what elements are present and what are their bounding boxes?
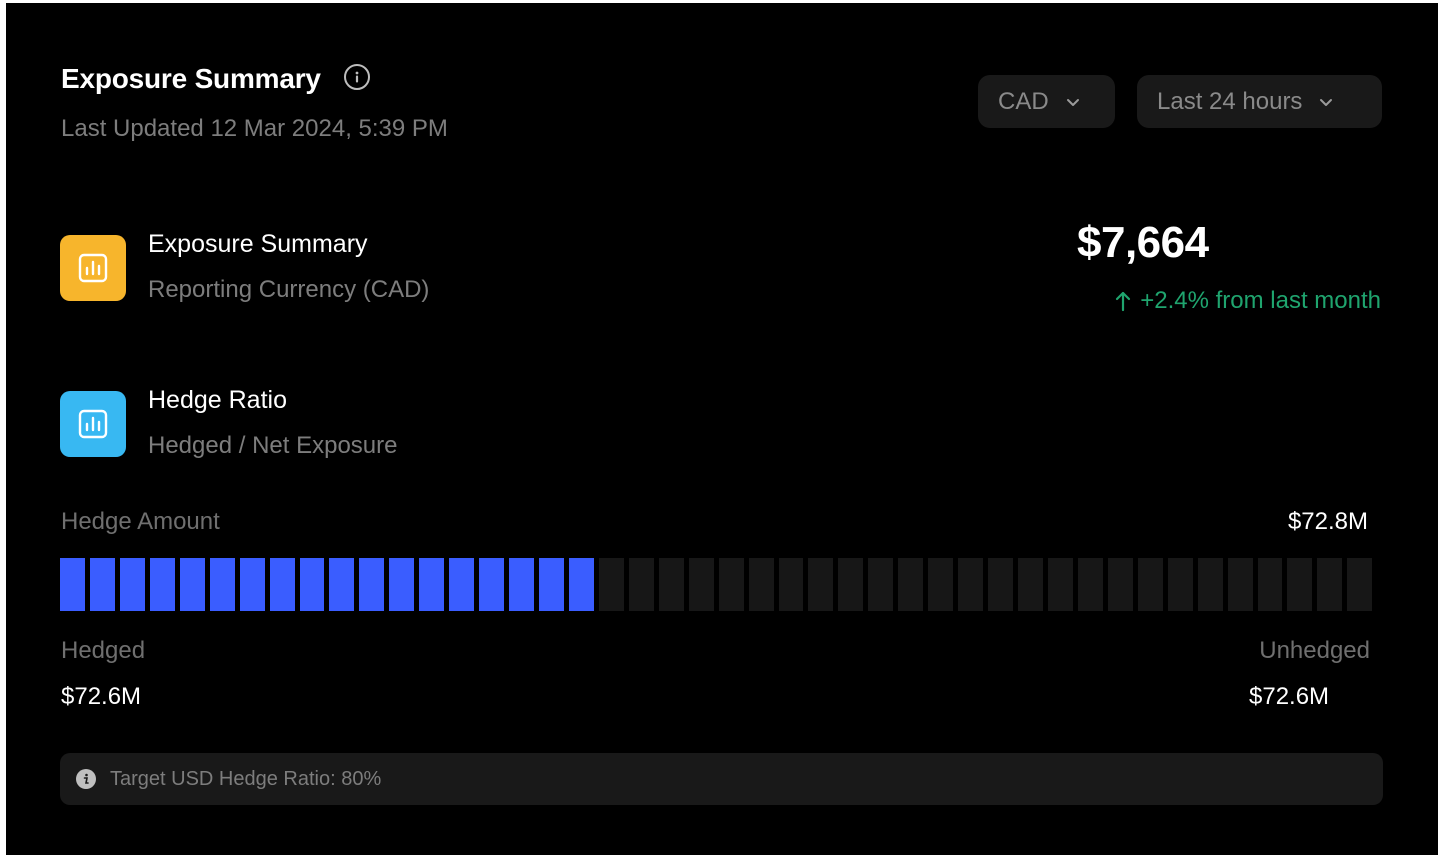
unhedged-segment — [1047, 558, 1073, 611]
hedged-label: Hedged — [61, 637, 146, 664]
unhedged-segment — [928, 558, 954, 611]
unhedged-segment — [808, 558, 834, 611]
hedged-segment — [209, 558, 235, 611]
last-updated-text: Last Updated 12 Mar 2024, 5:39 PM — [61, 115, 448, 142]
target-hedge-note: Target USD Hedge Ratio: 80% — [60, 753, 1383, 805]
unhedged-label: Unhedged — [1259, 637, 1370, 664]
unhedged-segment — [1167, 558, 1193, 611]
chevron-down-icon — [1320, 98, 1333, 106]
target-hedge-text: Target USD Hedge Ratio: 80% — [110, 767, 382, 790]
unhedged-segment — [898, 558, 924, 611]
hedged-segment — [299, 558, 325, 611]
unhedged-segment — [988, 558, 1013, 611]
unhedged-segment — [658, 558, 684, 611]
hedge-ratio-title: Hedge Ratio — [148, 386, 287, 414]
unhedged-segment — [748, 558, 774, 611]
exposure-summary-subtitle: Reporting Currency (CAD) — [148, 276, 430, 303]
unhedged-segment — [1227, 558, 1253, 611]
hedge-progress-bar — [60, 558, 1373, 611]
hedged-segment — [479, 558, 505, 611]
unhedged-segment — [778, 558, 804, 611]
hedged-segment — [419, 558, 445, 611]
unhedged-value: $72.6M — [1249, 683, 1330, 710]
hedged-segment — [449, 558, 475, 611]
frame: Exposure Summary Last Updated 12 Mar 202… — [6, 3, 1438, 855]
info-icon — [76, 769, 96, 789]
bar-chart-icon — [60, 391, 126, 457]
hedged-segment — [389, 558, 415, 611]
hedged-segment — [329, 558, 355, 611]
hedged-segment — [60, 558, 85, 611]
hedge-amount-total: $72.8M — [1287, 508, 1368, 535]
unhedged-segment — [688, 558, 714, 611]
info-icon[interactable] — [344, 64, 370, 90]
unhedged-segment — [838, 558, 864, 611]
unhedged-segment — [1107, 558, 1133, 611]
unhedged-segment — [718, 558, 744, 611]
hedge-ratio-subtitle: Hedged / Net Exposure — [148, 432, 398, 459]
hedged-segment — [149, 558, 175, 611]
unhedged-segment — [1197, 558, 1223, 611]
unhedged-segment — [628, 558, 654, 611]
unhedged-segment — [1018, 558, 1043, 611]
hedged-segment — [89, 558, 115, 611]
unhedged-segment — [1287, 558, 1313, 611]
unhedged-segment — [1257, 558, 1283, 611]
chevron-down-icon — [1066, 98, 1079, 106]
hedged-segment — [509, 558, 534, 611]
currency-select-value: CAD — [998, 87, 1049, 115]
unhedged-segment — [1347, 558, 1373, 611]
arrow-up-icon — [1116, 291, 1131, 312]
exposure-value: $7,664 — [1077, 218, 1209, 267]
unhedged-segment — [868, 558, 894, 611]
hedge-amount-label: Hedge Amount — [61, 508, 220, 535]
page-title: Exposure Summary — [61, 63, 321, 94]
change-indicator: +2.4% from last month — [1114, 287, 1381, 315]
hedged-segment — [239, 558, 265, 611]
hedged-segment — [179, 558, 205, 611]
unhedged-segment — [1317, 558, 1343, 611]
hedged-segment — [269, 558, 295, 611]
hedged-segment — [359, 558, 385, 611]
hedged-segment — [539, 558, 564, 611]
bar-chart-icon — [60, 235, 126, 301]
unhedged-segment — [1137, 558, 1163, 611]
exposure-summary-title: Exposure Summary — [148, 230, 368, 258]
time-range-select[interactable]: Last 24 hours — [1137, 75, 1382, 128]
change-text: +2.4% from last month — [1140, 287, 1381, 314]
exposure-summary-card: Exposure Summary Last Updated 12 Mar 202… — [6, 3, 1438, 855]
currency-select[interactable]: CAD — [978, 75, 1115, 128]
unhedged-segment — [1077, 558, 1103, 611]
unhedged-segment — [958, 558, 984, 611]
hedged-value: $72.6M — [61, 683, 142, 710]
unhedged-segment — [598, 558, 624, 611]
hedged-segment — [568, 558, 594, 611]
hedged-segment — [119, 558, 145, 611]
time-range-select-value: Last 24 hours — [1157, 87, 1303, 115]
